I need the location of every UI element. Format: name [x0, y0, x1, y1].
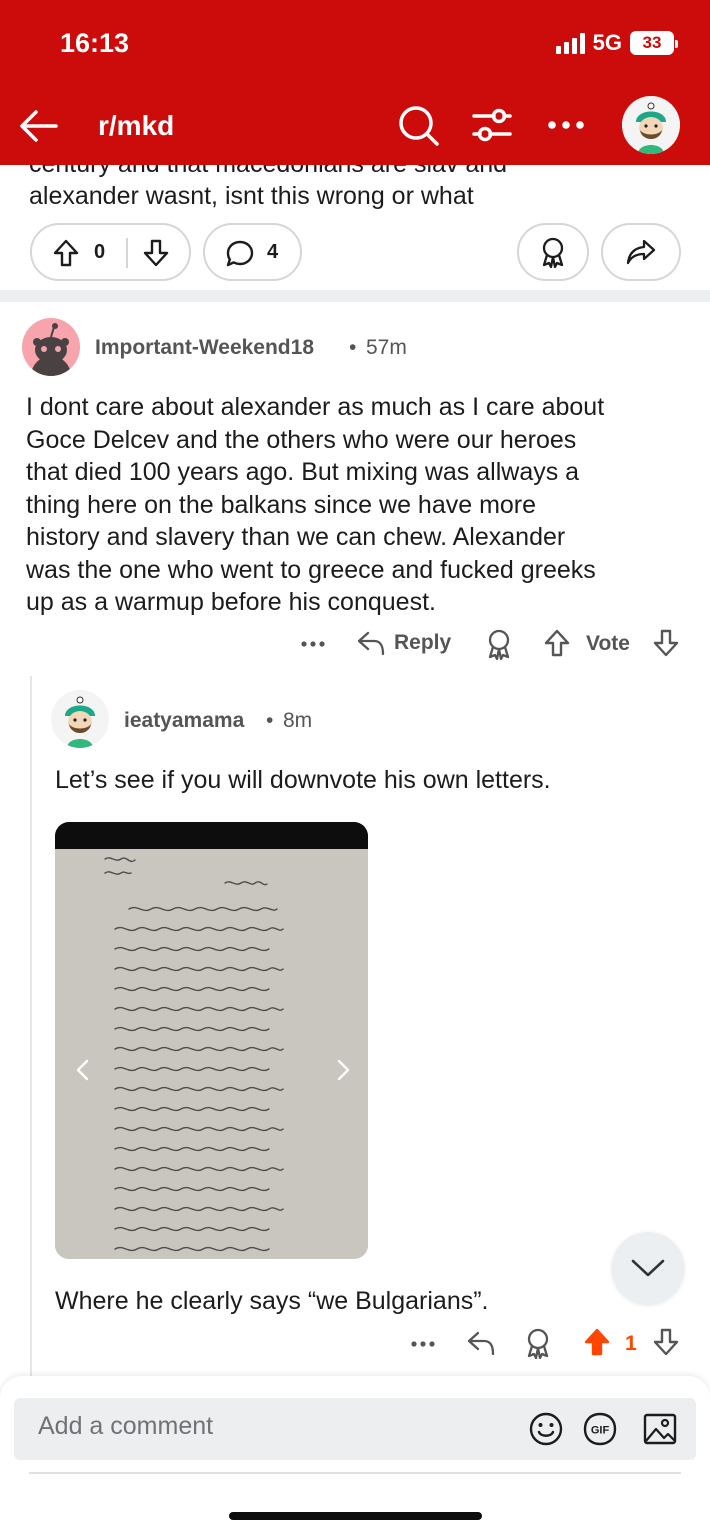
- section-divider: [0, 290, 710, 302]
- award-icon[interactable]: [523, 1327, 553, 1359]
- comment-line: was the one who went to greece and fucke…: [26, 555, 596, 584]
- comment-username[interactable]: ieatyamama: [124, 709, 244, 733]
- comment-line: I dont care about alexander as much as I…: [26, 393, 605, 421]
- comment-vote-count: 1: [625, 1332, 637, 1355]
- upvote-icon[interactable]: [543, 628, 571, 658]
- upvote-icon[interactable]: [52, 238, 80, 268]
- scroll-down-button[interactable]: [612, 1232, 684, 1304]
- comment-line: up as a warmup before his conquest.: [26, 588, 436, 616]
- handwriting-scan: [55, 849, 368, 1259]
- user-avatar[interactable]: [622, 96, 680, 154]
- network-type: 5G: [592, 30, 622, 55]
- emoji-icon[interactable]: [528, 1411, 564, 1447]
- downvote-icon[interactable]: [142, 238, 170, 268]
- comment-username[interactable]: Important-Weekend18: [95, 336, 314, 360]
- reply-icon: [357, 631, 385, 656]
- post-text-line: alexander wasnt, isnt this wrong or what: [29, 182, 474, 210]
- post-comment-count: 4: [267, 241, 279, 263]
- post-share-button[interactable]: [601, 223, 681, 281]
- carousel-prev-icon[interactable]: [74, 1058, 92, 1082]
- composer-divider: [29, 1472, 681, 1474]
- commenter-avatar[interactable]: [22, 318, 80, 376]
- post-vote-bar: 0: [30, 223, 191, 281]
- more-options-icon[interactable]: [300, 632, 326, 656]
- comment-body: I dont care about alexander as much as I…: [26, 391, 696, 619]
- comment-composer[interactable]: GIF: [14, 1398, 696, 1460]
- more-horizontal-icon[interactable]: [544, 103, 588, 147]
- back-arrow-icon[interactable]: [16, 104, 60, 148]
- chevron-down-icon: [631, 1259, 665, 1277]
- comment-separator: •: [349, 336, 357, 359]
- post-vote-count: 0: [94, 241, 106, 263]
- post-comments-button[interactable]: 4: [203, 223, 302, 281]
- thread-line[interactable]: [30, 676, 32, 1376]
- reply-label: Reply: [394, 631, 452, 654]
- letter-image[interactable]: [55, 822, 368, 1259]
- vote-divider: [126, 238, 128, 268]
- status-time: 16:13: [60, 28, 130, 58]
- reply-button[interactable]: Reply: [356, 628, 451, 658]
- comment-separator: •: [266, 709, 274, 732]
- signal-icon: [555, 32, 585, 54]
- status-indicators: 5G 33: [555, 30, 678, 56]
- battery-icon: 33: [630, 31, 678, 55]
- image-top-bar: [55, 822, 368, 849]
- downvote-icon[interactable]: [652, 628, 680, 658]
- image-upload-icon[interactable]: [642, 1411, 678, 1447]
- comment-body: Let’s see if you will downvote his own l…: [55, 766, 551, 794]
- comment-line: thing here on the balkans since we have …: [26, 490, 537, 519]
- home-indicator[interactable]: [229, 1512, 482, 1520]
- upvote-icon-active[interactable]: [583, 1327, 611, 1357]
- comment-line: Goce Delcev and the others who were our …: [26, 425, 577, 454]
- downvote-icon[interactable]: [652, 1327, 680, 1357]
- reply-icon[interactable]: [466, 1328, 496, 1358]
- comment-line: that died 100 years ago. But mixing was …: [26, 458, 580, 486]
- post-award-button[interactable]: [517, 223, 589, 281]
- comment-time: 57m: [366, 336, 407, 359]
- carousel-next-icon[interactable]: [334, 1058, 352, 1082]
- filter-icon[interactable]: [470, 103, 514, 147]
- search-icon[interactable]: [396, 103, 440, 147]
- comment-bubble-icon: [226, 240, 254, 267]
- comment-time: 8m: [283, 709, 313, 732]
- add-comment-input[interactable]: [38, 1412, 498, 1441]
- share-icon: [626, 239, 656, 265]
- more-options-icon[interactable]: [410, 1332, 436, 1356]
- commenter-avatar[interactable]: [51, 690, 109, 748]
- app-header: 16:13 5G 33 r/mkd: [0, 0, 710, 165]
- svg-text:GIF: GIF: [591, 1425, 610, 1437]
- award-icon[interactable]: [484, 628, 514, 660]
- comment-line: history and slavery than we can chew. Al…: [26, 523, 566, 551]
- vote-label: Vote: [586, 632, 630, 655]
- comment-body-continued: Where he clearly says “we Bulgarians”.: [55, 1287, 489, 1315]
- gif-icon[interactable]: GIF: [582, 1411, 618, 1447]
- battery-level: 33: [642, 33, 662, 52]
- subreddit-title[interactable]: r/mkd: [98, 110, 174, 142]
- award-icon: [542, 237, 564, 268]
